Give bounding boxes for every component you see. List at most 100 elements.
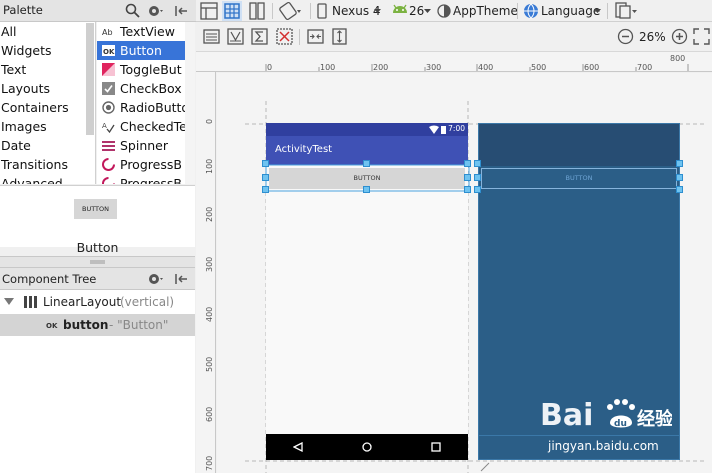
category-layouts[interactable]: Layouts	[1, 79, 86, 98]
align-baseline-icon[interactable]	[227, 28, 244, 45]
resize-handle[interactable]	[262, 174, 269, 181]
widget-textview[interactable]: Ab TextView	[97, 22, 185, 41]
categories-scrollbar[interactable]	[86, 23, 94, 135]
widget-progressbar-horizontal[interactable]: ProgressB	[97, 174, 185, 184]
svg-text:A: A	[102, 122, 107, 130]
blueprint-app-bar	[479, 137, 679, 166]
progress-circle-icon	[102, 177, 115, 184]
both-views-icon[interactable]	[248, 2, 266, 20]
resize-handle[interactable]	[676, 160, 683, 167]
category-widgets[interactable]: Widgets	[1, 41, 86, 60]
svg-text:Bai: Bai	[540, 398, 593, 433]
category-date[interactable]: Date	[1, 136, 86, 155]
toolbar-separator	[299, 29, 300, 45]
device-icon	[317, 3, 327, 19]
widget-label: ProgressB	[120, 157, 182, 172]
ruler-label: 0	[267, 63, 273, 72]
ruler-label: 100	[205, 158, 214, 174]
category-all[interactable]: All	[1, 22, 86, 41]
widgets-scrollbar[interactable]	[185, 22, 195, 184]
widget-spinner[interactable]: Spinner	[97, 136, 185, 155]
widget-togglebutton[interactable]: ToggleBut	[97, 60, 185, 79]
tree-node-button[interactable]: OK button - "Button"	[0, 314, 195, 336]
ruler-label: 300	[426, 63, 442, 72]
orientation-icon[interactable]	[278, 1, 304, 21]
resize-handle[interactable]	[464, 186, 471, 193]
resize-handle[interactable]	[464, 160, 471, 167]
preview-button[interactable]: BUTTON	[74, 199, 117, 219]
svg-text:经验: 经验	[637, 408, 672, 430]
language-selector[interactable]: Language	[541, 0, 600, 22]
palette-title: Palette	[3, 3, 43, 17]
ruler-label: 100	[320, 63, 336, 72]
widget-checkedtextview[interactable]: A CheckedTe	[97, 117, 185, 136]
distribute-vertical-icon[interactable]	[331, 28, 348, 45]
blueprint-status-bar	[479, 124, 679, 137]
api-level-selector[interactable]: 26	[409, 0, 424, 22]
resize-handle[interactable]	[363, 160, 370, 167]
pin-panel-icon[interactable]	[172, 270, 190, 288]
ruler-label: 400	[478, 63, 494, 72]
category-text[interactable]: Text	[1, 60, 86, 79]
resize-handle[interactable]	[474, 186, 481, 193]
ruler-label: 500	[531, 63, 547, 72]
widget-radiobutton[interactable]: RadioButto	[97, 98, 185, 117]
widget-progressbar[interactable]: ProgressB	[97, 155, 185, 174]
dropdown-arrow-icon[interactable]	[374, 9, 381, 14]
weight-sum-icon[interactable]	[251, 28, 268, 45]
resize-handle[interactable]	[676, 174, 683, 181]
blueprint-button[interactable]: BUTTON	[481, 168, 677, 189]
watermark-url: jingyan.baidu.com	[548, 439, 659, 453]
resize-handle[interactable]	[474, 160, 481, 167]
ok-button-icon: OK	[46, 320, 58, 330]
widget-button[interactable]: OK Button	[97, 41, 185, 60]
design-view-icon[interactable]	[200, 2, 218, 20]
resize-handle[interactable]	[363, 186, 370, 193]
resize-handle[interactable]	[262, 160, 269, 167]
panel-splitter[interactable]	[0, 256, 195, 268]
ruler-label: 700	[205, 455, 214, 471]
category-advanced[interactable]: Advanced	[1, 174, 86, 184]
zoom-to-fit-icon[interactable]	[693, 28, 710, 45]
gear-icon[interactable]	[146, 2, 164, 20]
resize-handle[interactable]	[474, 174, 481, 181]
toolbar-separator	[517, 3, 518, 19]
component-tree-title: Component Tree	[2, 272, 97, 286]
zoom-out-icon[interactable]	[617, 28, 634, 45]
category-images[interactable]: Images	[1, 117, 86, 136]
zoom-in-icon[interactable]	[671, 28, 688, 45]
checked-text-icon: A	[102, 120, 115, 133]
palette-categories: All Widgets Text Layouts Containers Imag…	[0, 22, 96, 184]
gear-icon[interactable]	[146, 270, 164, 288]
widget-checkbox[interactable]: CheckBox	[97, 79, 185, 98]
distribute-horizontal-icon[interactable]	[307, 28, 324, 45]
ruler-label: 600	[584, 63, 600, 72]
resize-handle[interactable]	[676, 186, 683, 193]
toolbar-separator	[310, 3, 311, 19]
dropdown-arrow-icon[interactable]	[594, 9, 601, 14]
theme-selector[interactable]: AppTheme	[453, 0, 518, 22]
clear-weights-icon[interactable]	[276, 28, 293, 45]
resize-handle[interactable]	[464, 174, 471, 181]
widget-label: CheckedTe	[120, 119, 185, 134]
tree-node-label: button	[63, 318, 109, 332]
ruler-label: 400	[205, 306, 214, 322]
search-icon[interactable]	[124, 2, 142, 20]
blueprint-view-icon[interactable]	[222, 1, 242, 21]
resize-handle[interactable]	[262, 186, 269, 193]
expand-arrow-icon[interactable]	[4, 298, 14, 306]
widget-label: Spinner	[120, 138, 169, 153]
ruler-label: 700	[637, 63, 653, 72]
preview-widget-name: Button	[76, 240, 119, 255]
category-transitions[interactable]: Transitions	[1, 155, 86, 174]
category-containers[interactable]: Containers	[1, 98, 86, 117]
tree-node-linearlayout[interactable]: LinearLayout (vertical)	[0, 291, 195, 313]
palette-widgets: Ab TextView OK Button ToggleBut CheckBox…	[97, 22, 185, 184]
dropdown-arrow-icon[interactable]	[424, 9, 431, 14]
pin-panel-icon[interactable]	[172, 2, 190, 20]
ok-button-icon: OK	[102, 44, 115, 57]
show-layout-decorations-icon[interactable]	[203, 28, 220, 45]
widget-label: Button	[120, 43, 162, 58]
progress-circle-icon	[102, 158, 115, 171]
layout-variants-icon[interactable]	[615, 2, 639, 20]
